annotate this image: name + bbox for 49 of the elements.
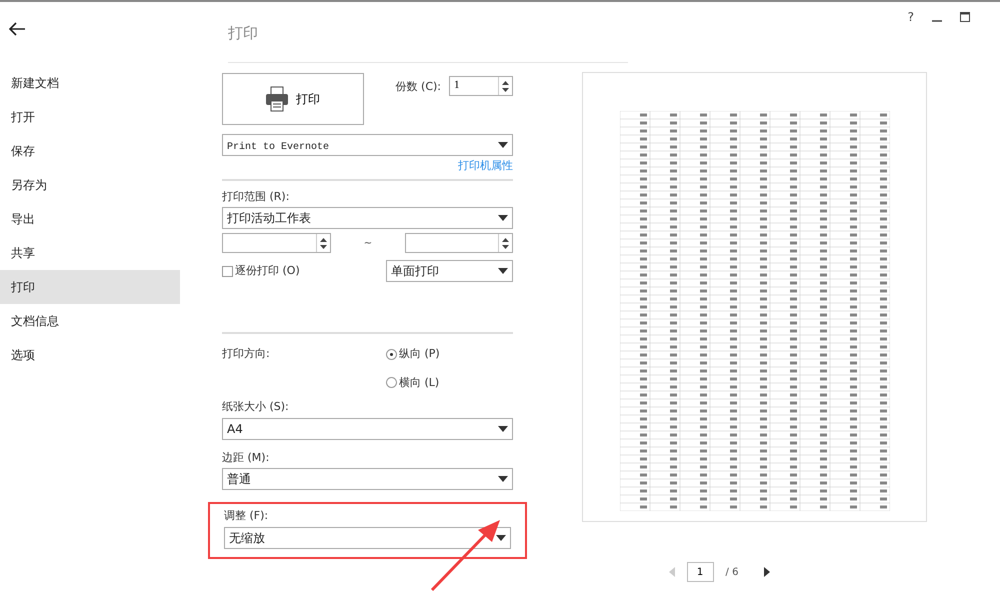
orientation-option-label: 横向 (L) (399, 374, 440, 390)
sidebar-item[interactable]: 打开 (0, 100, 180, 134)
printer-select[interactable]: Print to Evernote (222, 134, 513, 156)
orientation-option-label: 纵向 (P) (399, 346, 440, 362)
spin-arrows-icon (502, 80, 509, 92)
paper-size-label: 纸张大小 (S): (222, 399, 290, 415)
sidebar-item[interactable]: 新建文档 (0, 66, 180, 100)
next-page-icon[interactable] (764, 567, 770, 577)
spin-field[interactable]: 1 (449, 76, 513, 96)
orientation-label: 打印方向: (222, 346, 271, 362)
dropdown-caret-icon (498, 142, 508, 148)
paper-size-select[interactable]: A4 (222, 418, 513, 440)
radio-button[interactable] (386, 377, 397, 388)
range-select[interactable]: 打印活动工作表 (222, 207, 513, 229)
sidebar-item[interactable]: 选项 (0, 338, 180, 372)
scaling-select[interactable]: 无缩放 (224, 526, 511, 548)
page-title: 打印 (228, 23, 259, 44)
spin-arrows-icon (502, 238, 509, 248)
spin-field[interactable] (404, 233, 513, 253)
page-number-field[interactable]: 1 (686, 562, 714, 582)
sidebar-item[interactable]: 打印 (0, 270, 180, 304)
print-button[interactable]: 打印 (222, 73, 364, 125)
collate-checkbox[interactable] (222, 266, 233, 276)
dropdown-caret-icon (496, 534, 506, 540)
spin-field[interactable] (222, 233, 331, 253)
sidebar-item[interactable]: 保存 (0, 134, 180, 168)
printer-icon (266, 86, 288, 112)
sidebar-item[interactable]: 另存为 (0, 168, 180, 202)
copies-label: 份数 (C): (396, 79, 441, 95)
scaling-label: 调整 (F): (224, 508, 270, 524)
page-total: / 6 (726, 566, 738, 580)
margins-label: 边距 (M): (222, 450, 270, 466)
dropdown-caret-icon (498, 476, 508, 482)
margins-select[interactable]: 普通 (222, 468, 513, 490)
maximize-icon[interactable] (960, 12, 970, 22)
sides-select[interactable]: 单面打印 (386, 260, 513, 282)
range-separator: ~ (364, 236, 372, 250)
radio-button[interactable] (386, 348, 397, 360)
sidebar-item[interactable]: 共享 (0, 236, 180, 270)
dropdown-caret-icon (498, 268, 508, 274)
help-button[interactable]: ? (908, 8, 914, 26)
sidebar-item[interactable]: 文档信息 (0, 304, 180, 338)
dropdown-caret-icon (498, 215, 508, 221)
spin-arrows-icon (320, 238, 327, 248)
back-arrow-icon[interactable] (8, 22, 26, 36)
collate-label: 逐份打印 (O) (235, 262, 300, 279)
sidebar-item[interactable]: 导出 (0, 202, 180, 236)
range-label: 打印范围 (R): (222, 188, 290, 204)
dropdown-caret-icon (498, 426, 508, 432)
